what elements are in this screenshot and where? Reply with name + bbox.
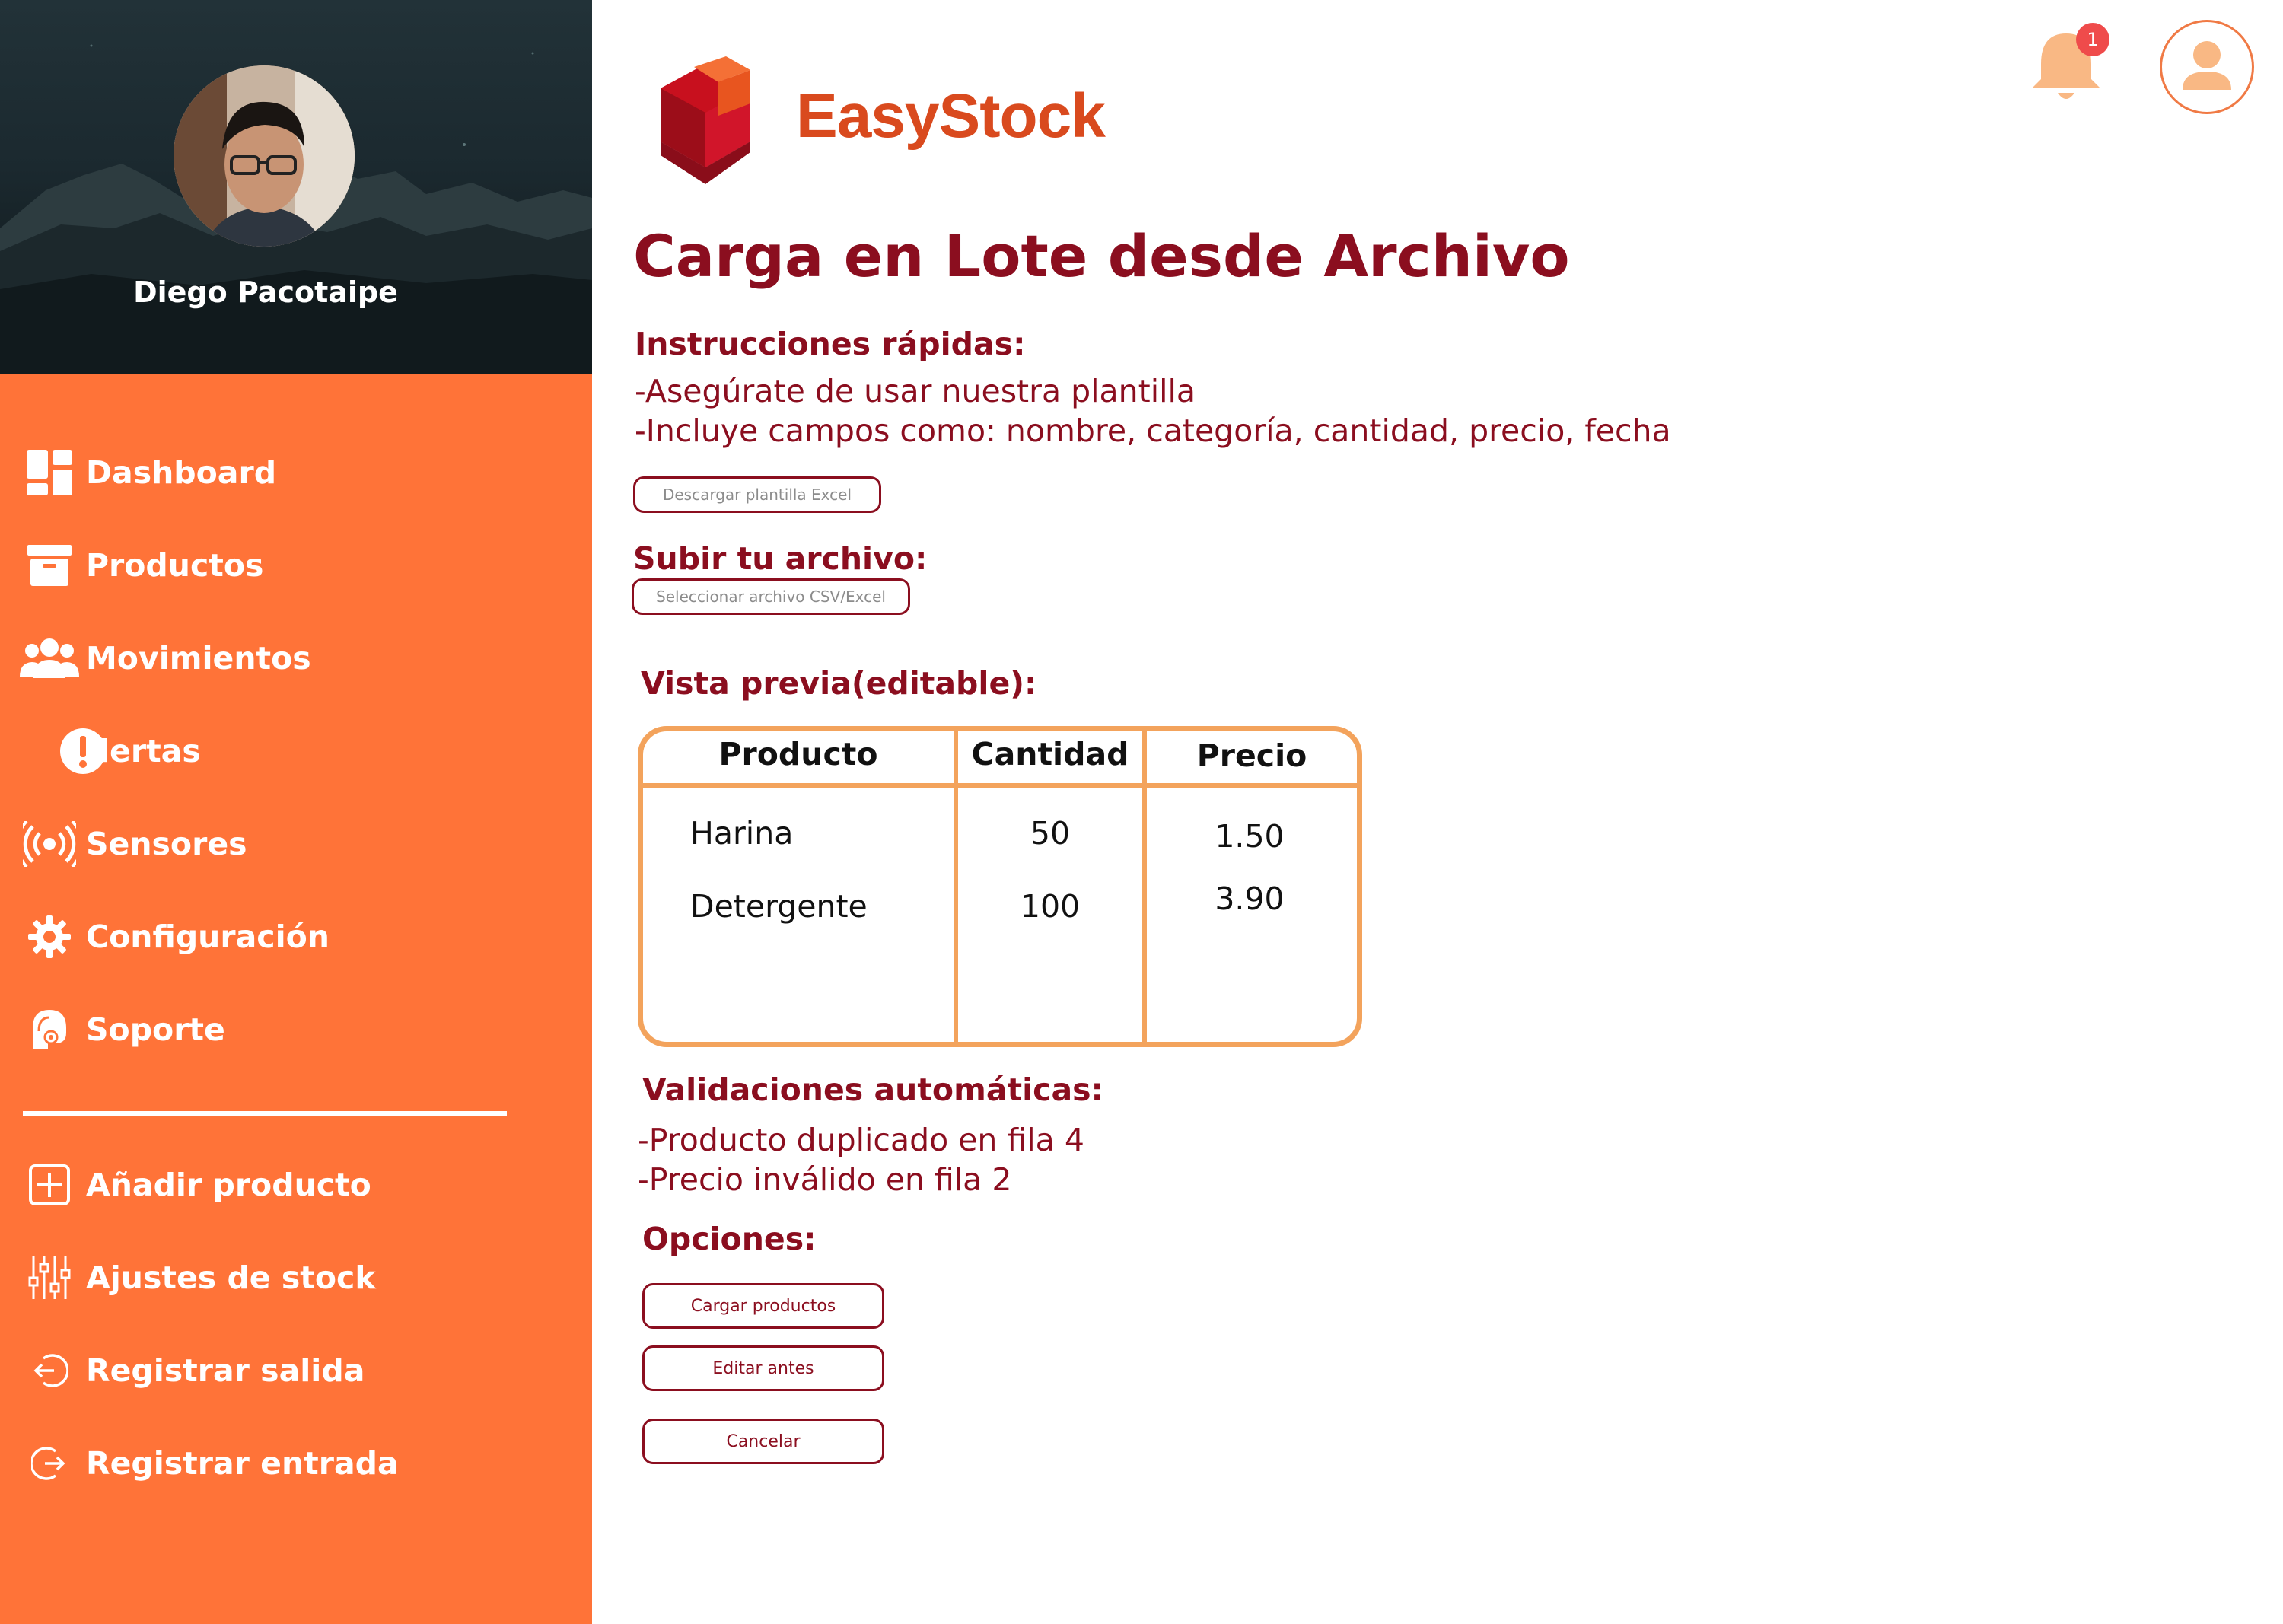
download-template-button[interactable]: Descargar plantilla Excel	[633, 476, 881, 513]
validation-line: -Producto duplicado en fila 4	[638, 1122, 1084, 1158]
table-header-precio: Precio	[1196, 737, 1307, 774]
validation-line: -Precio inválido en fila 2	[638, 1161, 1012, 1198]
preview-table: Producto Cantidad Precio Harina 50 1.50 …	[638, 726, 1362, 1047]
user-profile-button[interactable]	[2160, 20, 2254, 114]
profile-header: Diego Pacotaipe	[0, 0, 592, 374]
user-avatar-photo[interactable]	[174, 65, 355, 247]
sidebar-item-sensores[interactable]: Sensores	[0, 810, 533, 878]
sidebar-action-stock-adjust[interactable]: Ajustes de stock	[0, 1243, 533, 1312]
user-avatar-icon	[2176, 35, 2237, 99]
select-file-button[interactable]: Seleccionar archivo CSV/Excel	[632, 578, 910, 615]
sidebar-action-register-exit[interactable]: Registrar salida	[0, 1336, 533, 1405]
support-headset-icon	[20, 1000, 79, 1059]
login-arrow-icon	[20, 1434, 79, 1493]
logout-arrow-icon	[20, 1341, 79, 1400]
plus-square-icon	[20, 1155, 79, 1215]
sidebar-item-label: Productos	[86, 547, 264, 584]
instruction-line: -Incluye campos como: nombre, categoría,…	[635, 412, 1671, 449]
sensor-broadcast-icon	[20, 814, 79, 874]
upload-title: Subir tu archivo:	[633, 540, 928, 577]
table-header-cantidad: Cantidad	[971, 736, 1129, 772]
sidebar-item-soporte[interactable]: Soporte	[0, 995, 533, 1064]
preview-title: Vista previa(editable):	[641, 665, 1037, 702]
load-products-button[interactable]: Cargar productos	[642, 1283, 884, 1329]
validations-title: Validaciones automáticas:	[642, 1072, 1103, 1108]
sidebar-divider	[23, 1111, 507, 1116]
table-header-producto: Producto	[718, 736, 878, 772]
sidebar-item-configuracion[interactable]: Configuración	[0, 903, 533, 971]
sidebar-action-label: Añadir producto	[86, 1167, 371, 1203]
table-cell-precio[interactable]: 1.50	[1147, 818, 1352, 855]
table-cell-producto[interactable]: Harina	[690, 815, 793, 852]
sidebar-item-label: Dashboard	[86, 454, 277, 491]
table-column-divider	[954, 731, 958, 1042]
sidebar: Diego Pacotaipe Dashboard Productos Movi…	[0, 0, 592, 1624]
sidebar-item-dashboard[interactable]: Dashboard	[0, 438, 533, 507]
cancel-button[interactable]: Cancelar	[642, 1419, 884, 1464]
user-name: Diego Pacotaipe	[133, 275, 398, 309]
sidebar-item-label: Soporte	[86, 1011, 225, 1048]
sidebar-item-label: Sensores	[86, 826, 247, 862]
sidebar-action-label: Registrar entrada	[86, 1445, 399, 1482]
instructions-title: Instrucciones rápidas:	[635, 326, 1026, 362]
sidebar-item-label: Configuración	[86, 919, 330, 955]
brand-name: EasyStock	[796, 81, 1106, 151]
page-title: Carga en Lote desde Archivo	[633, 222, 1570, 290]
table-header-divider	[643, 783, 1357, 788]
sidebar-action-label: Registrar salida	[86, 1352, 365, 1389]
dashboard-icon	[20, 443, 79, 502]
archive-box-icon	[20, 536, 79, 595]
easystock-logo-icon	[653, 56, 758, 184]
edit-before-button[interactable]: Editar antes	[642, 1345, 884, 1391]
instruction-line: -Asegúrate de usar nuestra plantilla	[635, 373, 1196, 409]
sidebar-item-label: lertas	[99, 733, 201, 769]
table-cell-cantidad[interactable]: 50	[958, 815, 1142, 852]
sidebar-action-add-product[interactable]: Añadir producto	[0, 1151, 533, 1219]
gear-icon	[20, 907, 79, 966]
table-cell-precio[interactable]: 3.90	[1147, 880, 1352, 917]
sidebar-item-movimientos[interactable]: Movimientos	[0, 624, 533, 693]
sidebar-item-productos[interactable]: Productos	[0, 531, 533, 600]
table-cell-cantidad[interactable]: 100	[958, 888, 1142, 925]
sidebar-item-label: Movimientos	[86, 640, 311, 677]
sliders-icon	[20, 1248, 79, 1307]
sidebar-action-register-entry[interactable]: Registrar entrada	[0, 1429, 533, 1498]
users-group-icon	[20, 629, 79, 688]
sidebar-item-alertas[interactable]: lertas	[0, 717, 533, 785]
table-cell-producto[interactable]: Detergente	[690, 888, 868, 925]
sidebar-action-label: Ajustes de stock	[86, 1259, 376, 1296]
options-title: Opciones:	[642, 1221, 817, 1257]
notification-count-badge: 1	[2076, 23, 2109, 56]
